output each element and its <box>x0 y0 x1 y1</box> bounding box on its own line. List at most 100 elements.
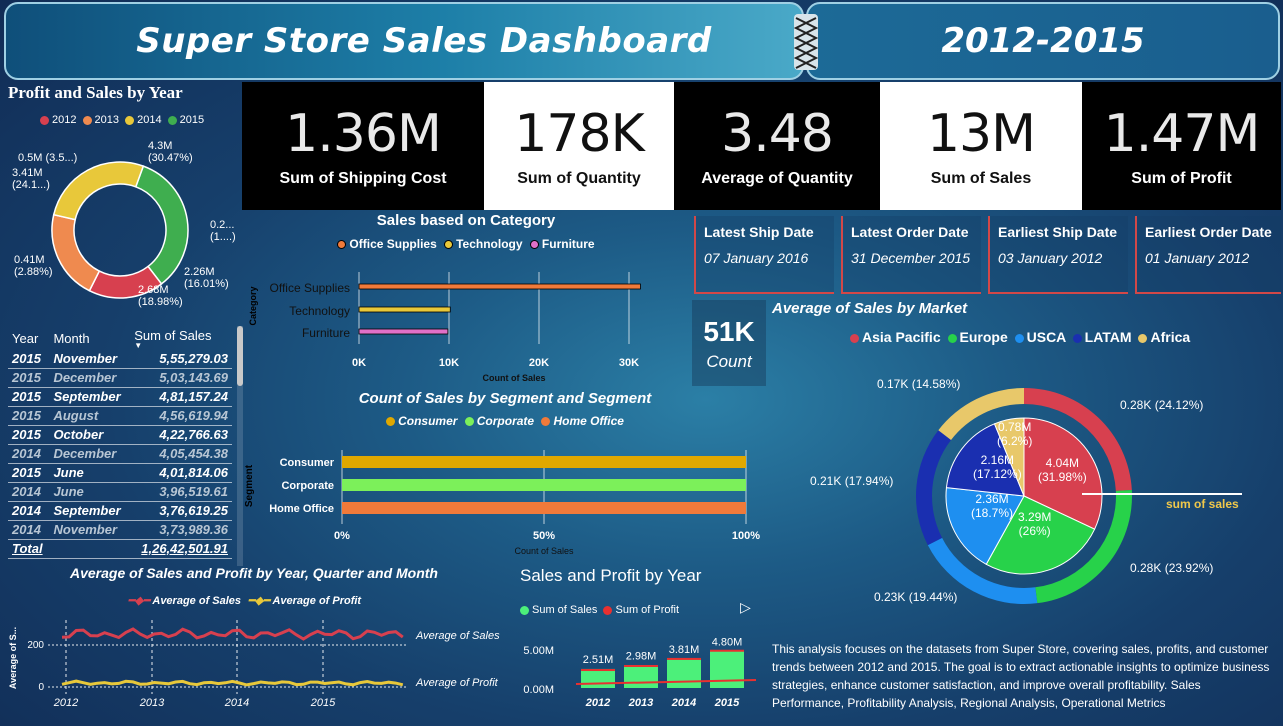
category-chart-title: Sales based on Category <box>376 212 556 229</box>
cell-year: 2014 <box>8 520 50 540</box>
kpi-value: 13M <box>926 104 1036 164</box>
market-inner-text: (6.2%) <box>997 434 1033 448</box>
cell-month: December <box>49 368 131 388</box>
donut-slices <box>51 161 189 299</box>
legend-usca: USCA <box>1026 329 1066 345</box>
cell-month: October <box>49 425 131 445</box>
category-bars <box>358 283 641 335</box>
market-chart-title-text: Average of Sales by Market <box>772 300 968 317</box>
count-card: 51K Count <box>692 300 766 386</box>
donut-label-text: (30.47%) <box>148 152 193 164</box>
table-row[interactable]: 2015 August 4,56,619.94 <box>8 406 232 426</box>
table-row[interactable]: 2014 December 4,05,454.38 <box>8 444 232 464</box>
legend-sum-sales: Sum of Sales <box>532 604 598 616</box>
years-label: 2012-2015 <box>941 21 1145 61</box>
col-header-year[interactable]: Year <box>8 328 49 349</box>
date-card-latest-order: Latest Order Date 31 December 2015 <box>841 216 981 294</box>
donut-label-s: 0.41M (2.88%) <box>14 254 53 278</box>
year-sales-bar-2012 <box>581 668 615 688</box>
donut-slice-2013 <box>51 213 101 292</box>
line-ylabel: Average of S... <box>8 627 18 689</box>
category-bar-2 <box>358 328 449 335</box>
year-bar-chart: 5.00M 0.00M 2.51M 2.98M 3.81M 4.80M 2012 20… <box>523 637 757 709</box>
category-chart-panel: Sales based on Category Office Supplies … <box>244 212 688 387</box>
donut-label-2013: 2.68M (18.98%) <box>138 284 183 308</box>
line-xtick-2: 2014 <box>224 697 249 709</box>
date-card-label: Latest Ship Date <box>704 224 814 240</box>
cell-month: September <box>49 387 131 407</box>
donut-slice-2014 <box>52 161 145 221</box>
market-inner-text: (17.12%) <box>973 467 1022 481</box>
date-card-label: Latest Order Date <box>851 224 969 240</box>
legend-dot-sum-profit <box>603 605 613 615</box>
legend-dot-2013 <box>82 115 92 125</box>
next-arrow-icon[interactable]: ▷ <box>740 600 751 616</box>
donut-label-text: 0.41M <box>14 254 45 266</box>
segment-chart-panel: Count of Sales by Segment and Segment Co… <box>244 390 766 560</box>
table-row[interactable]: 2015 November 5,55,279.03 <box>8 349 232 369</box>
segment-xlabel: Count of Sales <box>514 546 574 556</box>
category-tick-office: Office Supplies <box>270 281 351 295</box>
cell-month: June <box>49 463 131 483</box>
date-card-value: 01 January 2012 <box>1145 250 1250 266</box>
count-label: Count <box>706 352 752 371</box>
donut-label-text: (16.01%) <box>184 278 229 290</box>
table-row[interactable]: 2014 June 3,96,519.61 <box>8 482 232 502</box>
cell-month: September <box>49 501 131 521</box>
table-scrollbar-thumb[interactable] <box>237 326 243 386</box>
segment-bar-0 <box>342 456 746 468</box>
year-ytick-1: 0.00M <box>523 684 554 696</box>
cell-year: 2015 <box>8 349 50 369</box>
cell-year: 2015 <box>8 463 50 483</box>
donut-slice-2015 <box>134 165 189 285</box>
legend-dot-europe <box>947 333 957 343</box>
market-inner-text: (26%) <box>1018 524 1051 538</box>
market-inner-label-asia: 4.04M (31.98%) <box>1038 456 1087 484</box>
legend-line-sales: Average of Sales <box>152 595 242 607</box>
cell-sales: 3,76,619.25 <box>130 501 232 521</box>
cell-year: 2015 <box>8 368 50 388</box>
table-row[interactable]: 2015 September 4,81,157.24 <box>8 387 232 407</box>
category-ylabel: Category <box>248 286 258 325</box>
col-header-month[interactable]: Month <box>49 328 130 349</box>
market-inner-text: 0.78M <box>997 420 1032 434</box>
legend-2014: 2014 <box>137 114 162 126</box>
kpi-value: 178K <box>514 104 644 164</box>
table-row[interactable]: 2014 September 3,76,619.25 <box>8 501 232 521</box>
legend-dot-2015 <box>167 115 177 125</box>
year-ytick-0: 5.00M <box>523 645 554 657</box>
kpi-quantity: 178K Sum of Quantity <box>484 82 674 210</box>
legend-dot-africa <box>1138 333 1148 343</box>
table-row[interactable]: 2014 November 3,73,989.36 <box>8 520 232 540</box>
total-value: 1,26,42,501.91 <box>130 539 232 559</box>
legend-dot-2014 <box>125 115 135 125</box>
cell-year: 2014 <box>8 501 50 521</box>
table-scrollbar[interactable] <box>237 326 243 566</box>
cell-month: June <box>49 482 131 502</box>
month-table: Year Month Sum of Sales ▼ 2015 November 5,5… <box>8 328 232 559</box>
category-bar-0 <box>358 283 641 290</box>
legend-dot-office <box>337 240 347 250</box>
kpi-profit: 1.47M Sum of Profit <box>1082 82 1281 210</box>
cell-sales: 5,55,279.03 <box>130 349 232 369</box>
year-sales-bar-2014 <box>667 659 701 688</box>
table-row[interactable]: 2015 October 4,22,766.63 <box>8 425 232 445</box>
table-row[interactable]: 2015 June 4,01,814.06 <box>8 463 232 483</box>
month-table-body: 2015 November 5,55,279.03 2015 December 5,03,… <box>8 349 232 540</box>
legend-dot-corporate <box>464 417 474 427</box>
legend-asia: Asia Pacific <box>862 329 941 345</box>
segment-bar-chart: Segment Consumer Corporate Home Office 0… <box>244 450 760 556</box>
table-row[interactable]: 2015 December 5,03,143.69 <box>8 368 232 388</box>
donut-label-top: 0.5M (3.5...) <box>18 152 78 164</box>
year-bar-label-2014: 3.81M <box>669 644 700 656</box>
col-header-sales[interactable]: Sum of Sales ▼ <box>130 328 232 350</box>
segment-xtick-0: 0% <box>334 530 350 542</box>
kpi-label: Sum of Sales <box>930 170 1032 187</box>
col-header-sales-label: Sum of Sales <box>134 328 212 343</box>
year-legend: Sum of Sales Sum of Profit <box>520 604 679 616</box>
category-bar-1 <box>358 306 451 313</box>
segment-ylabel: Segment <box>244 464 255 507</box>
market-outer-label-1: 0.28K (23.92%) <box>1130 561 1214 575</box>
segment-chart-title: Count of Sales by Segment and Segment <box>358 390 652 407</box>
segment-legend: Consumer Corporate Home Office <box>244 414 766 428</box>
